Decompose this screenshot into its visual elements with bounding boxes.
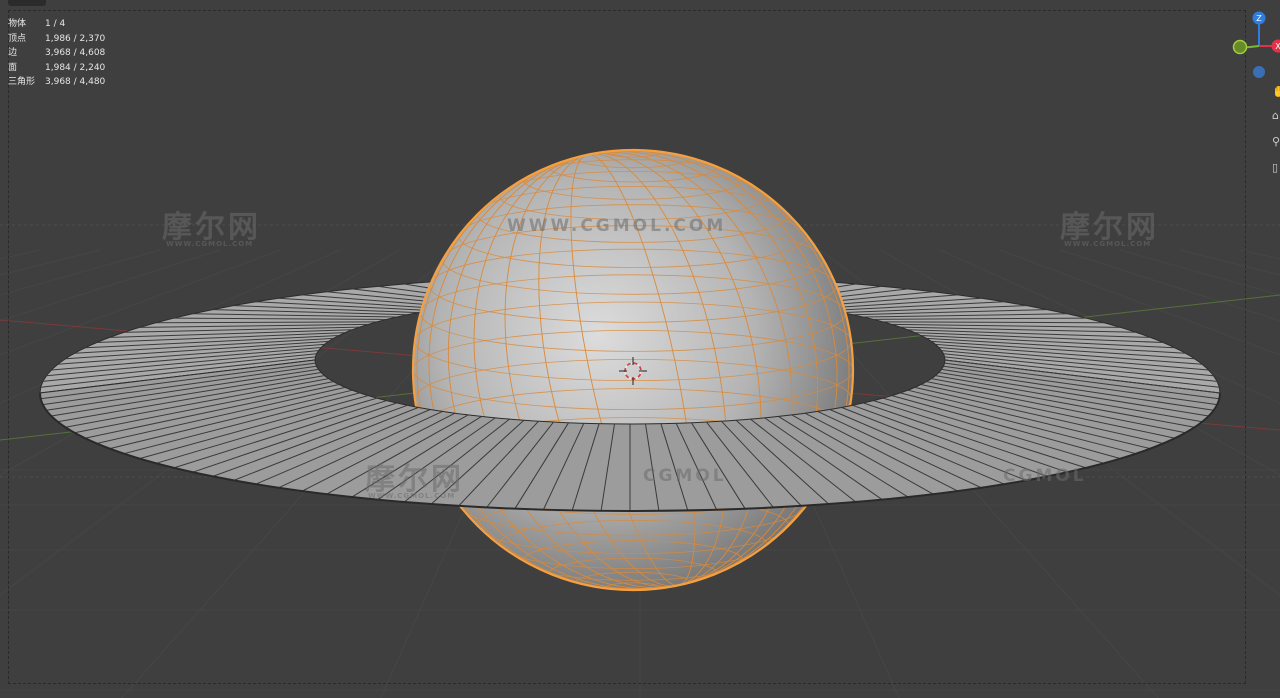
stat-label: 边 xyxy=(8,48,18,58)
stat-label: 顶点 xyxy=(8,33,27,44)
stat-row-faces: 面 1,984 / 2,240 xyxy=(8,61,105,76)
stat-value: 1 / 4 xyxy=(45,19,66,29)
gizmo-x-label: X xyxy=(1275,42,1280,51)
hand-icon[interactable]: ✋ xyxy=(1272,86,1280,98)
gizmo-neg-z-button[interactable] xyxy=(1253,66,1265,78)
stat-row-edges: 边 3,968 / 4,608 xyxy=(8,46,105,61)
stat-row-vertices: 顶点 1,986 / 2,370 xyxy=(8,32,105,47)
watermark-url: WWW.CGMOL.COM xyxy=(507,216,727,236)
stat-value: 3,968 / 4,480 xyxy=(45,77,106,87)
stat-label: 物体 xyxy=(8,19,27,29)
watermark-brand: CGMOL xyxy=(643,466,727,486)
gizmo-y-axis-button[interactable] xyxy=(1232,39,1248,55)
viewport-statistics: 物体 1 / 4 顶点 1,986 / 2,370 边 3,968 / 4,60… xyxy=(8,17,105,90)
gizmo-z-label: Z xyxy=(1256,14,1262,23)
camera-icon[interactable]: ⌂ xyxy=(1272,110,1280,122)
gizmo-x-axis-button[interactable]: X xyxy=(1271,39,1280,53)
3d-viewport[interactable]: 摩尔网 WWW.CGMOL.COM 摩尔网 WWW.CGMOL.COM WWW.… xyxy=(0,0,1280,698)
watermark-url: WWW.CGMOL.COM xyxy=(368,492,456,500)
zoom-icon[interactable]: ⚲ xyxy=(1272,136,1280,148)
stat-value: 1,986 / 2,370 xyxy=(45,33,106,44)
scene-canvas[interactable] xyxy=(0,0,1280,698)
stat-label: 三角形 xyxy=(8,77,36,87)
stat-label: 面 xyxy=(8,62,18,73)
stat-value: 3,968 / 4,608 xyxy=(45,48,106,58)
sphere-mesh[interactable] xyxy=(372,109,894,631)
stat-row-objects: 物体 1 / 4 xyxy=(8,17,105,32)
watermark-brand: CGMOL xyxy=(1003,466,1087,486)
watermark-url: WWW.CGMOL.COM xyxy=(166,240,254,248)
stat-value: 1,984 / 2,240 xyxy=(45,62,106,73)
watermark-url: WWW.CGMOL.COM xyxy=(1064,240,1152,248)
viewport-navigation-tools: ✋ ⌂ ⚲ ▯ xyxy=(1268,80,1280,180)
lock-icon[interactable]: ▯ xyxy=(1272,162,1280,174)
gizmo-z-axis-button[interactable]: Z xyxy=(1252,11,1266,25)
navigation-gizmo[interactable]: Z X xyxy=(1228,8,1280,80)
header-tab-stub[interactable] xyxy=(8,0,46,6)
stat-row-triangles: 三角形 3,968 / 4,480 xyxy=(8,75,105,90)
